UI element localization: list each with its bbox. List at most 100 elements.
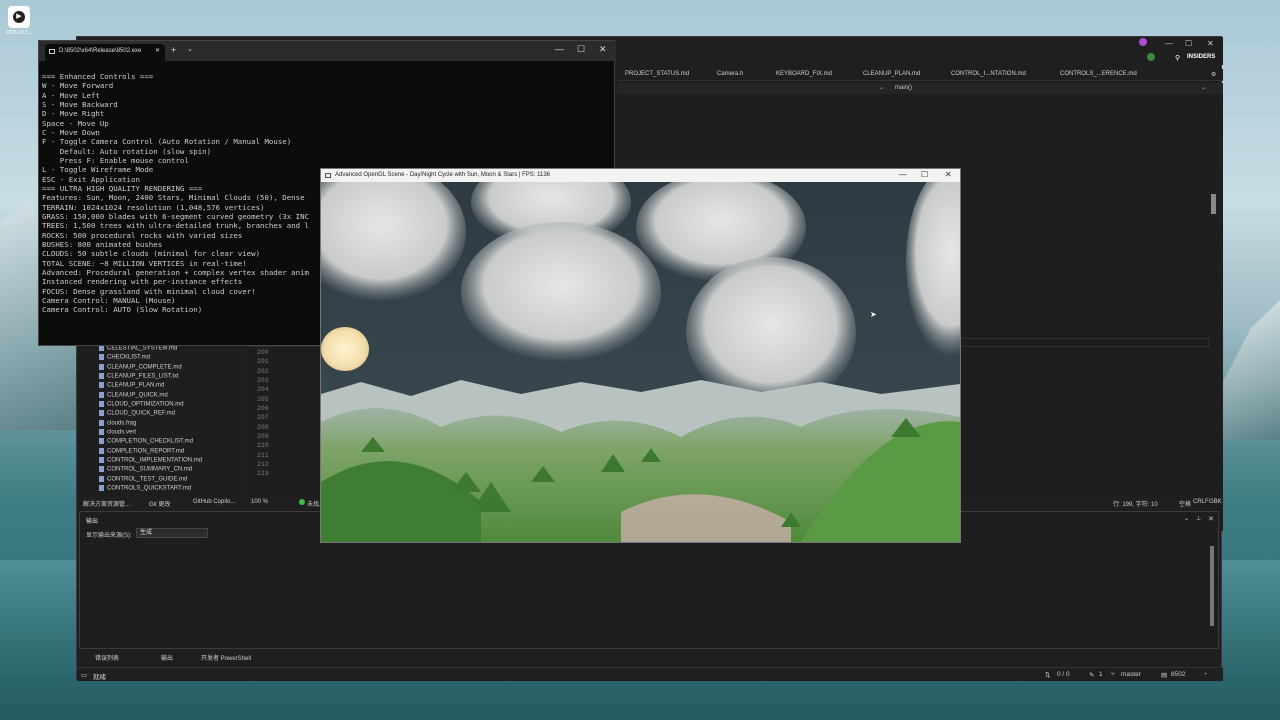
rendered-3d-scene[interactable]: [321, 182, 960, 542]
close-icon[interactable]: ✕: [1208, 515, 1214, 523]
minimize-icon[interactable]: —: [899, 170, 907, 179]
minimize-icon[interactable]: —: [555, 44, 564, 54]
output-scrollbar[interactable]: [1210, 546, 1214, 626]
desktop-shortcut[interactable]: ▶ 2025.10.1...: [4, 4, 34, 36]
solution-file-item[interactable]: CLEANUP_QUICK.md: [99, 391, 168, 398]
copilot-icon[interactable]: [1139, 38, 1147, 46]
tab-git-changes[interactable]: Git 更改: [149, 499, 170, 508]
zoom-level[interactable]: 100 %: [251, 499, 268, 505]
chevron-down-icon[interactable]: ⌄: [1184, 515, 1189, 522]
share-icon[interactable]: ⚲: [1175, 54, 1180, 62]
whitespace-mode[interactable]: 空格: [1179, 499, 1191, 508]
vs-toolbar: ⚲ INSIDERS: [617, 51, 1223, 65]
terminal-line: C - Move Down: [42, 127, 100, 137]
pencil-icon[interactable]: ✎: [1089, 671, 1094, 679]
chevron-down-icon[interactable]: ⌄: [1201, 84, 1206, 91]
tab-github-copilot[interactable]: GitHub Copilo...: [193, 499, 235, 505]
opengl-title-bar: Advanced OpenGL Scene - Day/Night Cycle …: [321, 169, 960, 182]
terminal-line: Space - Move Up: [42, 118, 109, 128]
file-name: CONTROL_SUMMARY_CN.md: [107, 466, 193, 473]
tab-controls-reference[interactable]: CONTROLS_...ERENCE.md: [1060, 71, 1137, 77]
terminal-tab[interactable]: D:\8502\x64\Release\8502.exe ✕: [45, 44, 165, 61]
close-icon[interactable]: ✕: [599, 44, 607, 55]
tab-solution-explorer[interactable]: 解决方案资源管...: [83, 499, 130, 508]
file-name: CELESTIAL_SYSTEM.md: [107, 345, 178, 352]
terminal-line: Press F: Enable mouse control: [42, 155, 189, 165]
solution-file-item[interactable]: COMPLETION_CHECKLIST.md: [99, 438, 193, 445]
account-icon[interactable]: [1147, 53, 1155, 61]
sync-icon[interactable]: ⇅: [1045, 671, 1050, 679]
close-icon[interactable]: ✕: [945, 170, 952, 179]
solution-file-item[interactable]: clouds.vert: [99, 428, 136, 436]
solution-file-item[interactable]: CHECKLIST.md: [99, 354, 150, 361]
bell-icon[interactable]: ◔: [1203, 671, 1207, 678]
maximize-icon[interactable]: ☐: [1185, 39, 1192, 48]
close-tab-icon[interactable]: ✕: [155, 47, 160, 54]
ready-status: 就绪: [93, 674, 106, 681]
encoding[interactable]: GBK: [1209, 499, 1222, 505]
file-name: CHECKLIST.md: [107, 354, 151, 361]
tab-output[interactable]: 输出: [161, 653, 173, 662]
solution-file-item[interactable]: CONTROL_TEST_GUIDE.md: [99, 475, 187, 482]
solution-file-item[interactable]: CONTROL_SUMMARY_CN.md: [99, 466, 192, 473]
chevron-down-icon[interactable]: ⌄: [187, 45, 193, 53]
new-tab-icon[interactable]: +: [171, 45, 176, 55]
file-icon: [99, 484, 104, 491]
maximize-icon[interactable]: ☐: [921, 170, 928, 179]
terminal-icon: [49, 49, 55, 54]
opengl-window: Advanced OpenGL Scene - Day/Night Cycle …: [320, 168, 961, 543]
close-icon[interactable]: ✕: [1207, 39, 1214, 48]
file-icon: [99, 456, 104, 463]
line-number: 209: [257, 432, 269, 440]
tab-camera-h[interactable]: Camera.h: [717, 71, 743, 77]
scene-canvas: [321, 182, 960, 542]
solution-file-item[interactable]: CLOUD_QUICK_REF.md: [99, 410, 175, 417]
branch-icon[interactable]: ⑂: [1111, 671, 1115, 678]
line-number: 205: [257, 395, 269, 403]
pin-icon[interactable]: ⊥: [1196, 515, 1201, 522]
editor-tab-strip: PROJECT_STATUS.md Camera.h KEYBOARD_FIX.…: [617, 69, 1223, 81]
output-source-select[interactable]: 生成: [136, 528, 208, 538]
tab-project-status[interactable]: PROJECT_STATUS.md: [625, 71, 689, 77]
tab-keyboard-fix[interactable]: KEYBOARD_FIX.md: [776, 71, 832, 77]
line-ending[interactable]: CRLF: [1193, 499, 1209, 505]
repo-name[interactable]: 8502: [1171, 671, 1185, 678]
file-icon: [99, 410, 104, 417]
editor-scrollbar[interactable]: [1211, 194, 1216, 214]
cursor-position[interactable]: 行: 199, 字符: 10: [1113, 499, 1158, 508]
solution-file-item[interactable]: clouds.frag: [99, 419, 136, 426]
branch-name[interactable]: master: [1121, 671, 1141, 678]
file-name: CLEANUP_COMPLETE.md: [107, 364, 182, 371]
scope-dropdown[interactable]: main(): [895, 85, 912, 91]
maximize-icon[interactable]: ☐: [577, 44, 585, 55]
line-number: 211: [257, 451, 269, 459]
file-icon: [99, 354, 104, 361]
commits-count[interactable]: 1: [1099, 671, 1103, 678]
repo-icon[interactable]: ▤: [1161, 671, 1167, 679]
solution-file-item[interactable]: CLEANUP_COMPLETE.md: [99, 363, 182, 371]
file-name: COMPLETION_REPORT.md: [107, 448, 185, 455]
sun: [321, 327, 369, 371]
insiders-badge: INSIDERS: [1187, 54, 1216, 60]
opengl-window-title: Advanced OpenGL Scene - Day/Night Cycle …: [335, 172, 550, 178]
solution-file-item[interactable]: CLOUD_OPTIMIZATION.md: [99, 400, 184, 408]
output-source-label: 显示输出来源(S):: [86, 533, 132, 539]
line-number: 200: [257, 349, 269, 356]
video-app-icon: ▶: [8, 6, 30, 28]
tab-cleanup-plan[interactable]: CLEANUP_PLAN.md: [863, 71, 920, 77]
tab-control-implementation[interactable]: CONTROL_I...NTATION.md: [951, 71, 1026, 77]
tab-developer-powershell[interactable]: 开发者 PowerShell: [201, 653, 251, 662]
file-icon: [99, 400, 104, 407]
tab-error-list[interactable]: 错误列表: [95, 653, 119, 662]
solution-file-item[interactable]: CONTROLS_QUICKSTART.md: [99, 484, 191, 492]
settings-icon[interactable]: ⚙: [1211, 71, 1216, 78]
solution-file-item[interactable]: COMPLETION_REPORT.md: [99, 447, 185, 455]
line-number: 203: [257, 376, 269, 384]
solution-file-item[interactable]: CLEANUP_FILES_LIST.txt: [99, 372, 179, 380]
solution-file-item[interactable]: CONTROL_IMPLEMENTATION.md: [99, 456, 202, 464]
minimize-icon[interactable]: —: [1165, 39, 1173, 48]
chevron-down-icon[interactable]: ⌄: [879, 84, 884, 91]
git-changes-count[interactable]: 0 / 0: [1057, 671, 1070, 678]
solution-file-item[interactable]: CLEANUP_PLAN.md: [99, 382, 164, 389]
line-number: 204: [257, 386, 269, 394]
